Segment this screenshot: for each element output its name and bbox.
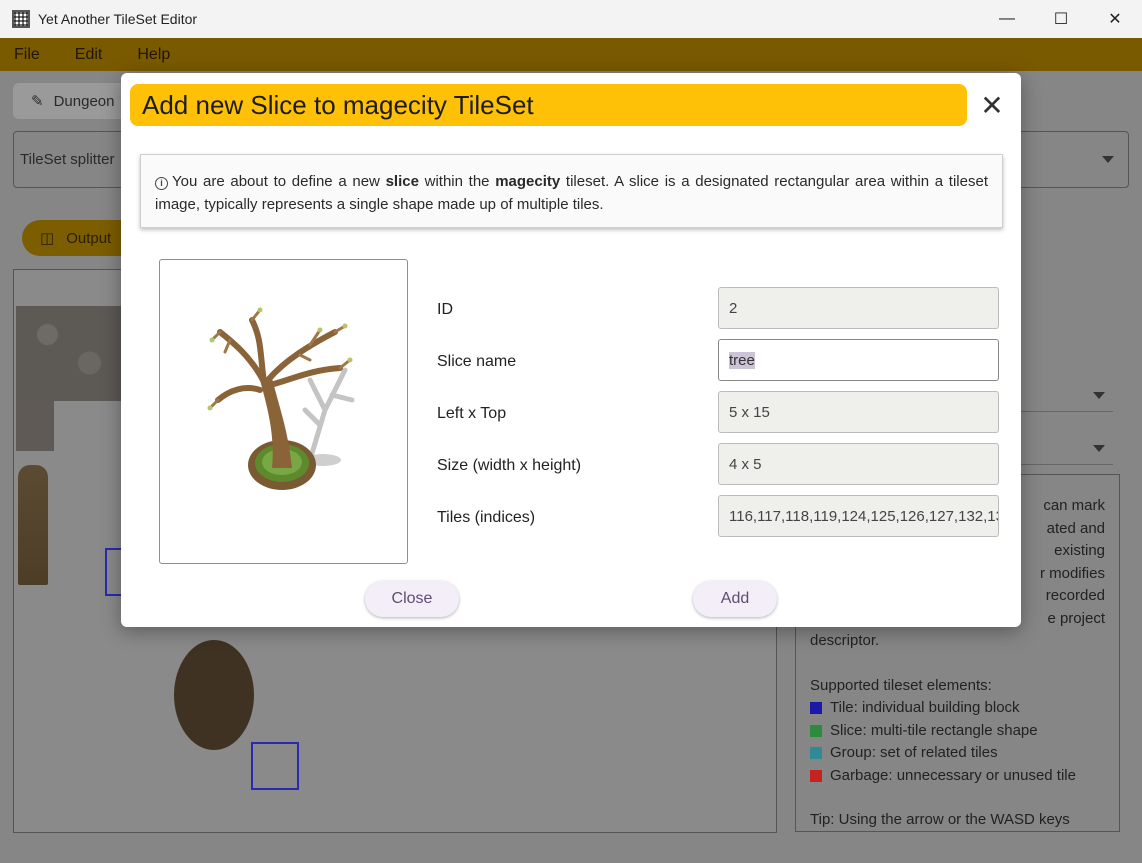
minimize-button[interactable]: — (980, 0, 1034, 38)
legend-label: Group: set of related tiles (830, 744, 998, 761)
legend-label: Tile: individual building block (830, 699, 1020, 716)
legend-slice: Slice: multi-tile rectangle shape (810, 720, 1105, 743)
id-label: ID (437, 301, 453, 318)
info-prefix: You are about to define a new (172, 173, 386, 190)
menu-file[interactable]: File (0, 46, 53, 64)
chevron-down-icon (1102, 156, 1114, 163)
app-icon (12, 10, 30, 28)
output-label: Output (66, 229, 112, 247)
close-button[interactable]: Close (365, 581, 459, 617)
left-top-value: 5 x 15 (729, 403, 770, 421)
slice-preview (159, 259, 408, 564)
size-label: Size (width x height) (437, 457, 582, 474)
close-window-button[interactable]: ✕ (1088, 0, 1142, 38)
chevron-down-icon (1093, 445, 1105, 452)
close-icon[interactable]: ✕ (976, 87, 1008, 123)
maximize-button[interactable]: ☐ (1034, 0, 1088, 38)
slice-name-input[interactable]: tree (718, 339, 999, 381)
tip-text: Tip: Using the arrow or the WASD keys (810, 811, 1070, 828)
tree-image (207, 307, 355, 490)
layout-icon: ◫ (40, 230, 55, 247)
legend-swatch (810, 724, 822, 737)
tab-dungeon-label: Dungeon (53, 92, 115, 110)
tileset-mode-value: TileSet splitter (20, 151, 115, 168)
tile-marker (251, 742, 299, 790)
menu-edit[interactable]: Edit (53, 46, 116, 64)
id-value: 2 (729, 299, 738, 317)
chevron-down-icon (1093, 392, 1105, 399)
left-top-field: 5 x 15 (718, 391, 999, 433)
legend-garbage: Garbage: unnecessary or unused tile (810, 765, 1105, 788)
dialog-title: Add new Slice to magecity TileSet (130, 84, 967, 126)
tiles-label: Tiles (indices) (437, 509, 536, 526)
menubar: File Edit Help (0, 38, 1142, 71)
window-titlebar: Yet Another TileSet Editor — ☐ ✕ (0, 0, 1142, 38)
info-mid: within the (418, 173, 496, 190)
id-field: 2 (718, 287, 999, 329)
tree-tile (174, 640, 254, 750)
legend-swatch (810, 747, 822, 760)
left-top-label: Left x Top (437, 405, 507, 422)
stone-tile (16, 306, 121, 401)
legend-swatch (810, 702, 822, 715)
add-slice-dialog: Add new Slice to magecity TileSet ✕ i You… (121, 73, 1021, 627)
size-field: 4 x 5 (718, 443, 999, 485)
statue-tile (18, 465, 48, 585)
window-title: Yet Another TileSet Editor (38, 11, 198, 27)
stone-tile (16, 401, 54, 451)
pencil-icon: ✎ (31, 93, 44, 110)
tiles-value: 116,117,118,119,124,125,126,127,132,133,… (729, 507, 999, 525)
add-button[interactable]: Add (693, 581, 777, 617)
slice-name-label: Slice name (437, 353, 517, 370)
legend-group: Group: set of related tiles (810, 742, 1105, 765)
window-controls: — ☐ ✕ (980, 0, 1142, 38)
info-bold-slice: slice (385, 173, 419, 190)
info-bold-tileset: magecity (495, 173, 561, 190)
legend-label: Garbage: unnecessary or unused tile (830, 766, 1076, 784)
info-message: i You are about to define a new slice wit… (140, 154, 1003, 228)
slice-name-value: tree (729, 351, 755, 369)
menu-help[interactable]: Help (115, 46, 183, 64)
help-line: descriptor. (810, 632, 880, 649)
size-value: 4 x 5 (729, 455, 762, 473)
tiles-field[interactable]: 116,117,118,119,124,125,126,127,132,133,… (718, 495, 999, 537)
supported-heading: Supported tileset elements: (810, 676, 992, 694)
legend-label: Slice: multi-tile rectangle shape (830, 721, 1038, 739)
legend-swatch (810, 769, 822, 782)
info-icon: i (155, 177, 168, 190)
legend-tile: Tile: individual building block (810, 697, 1105, 720)
